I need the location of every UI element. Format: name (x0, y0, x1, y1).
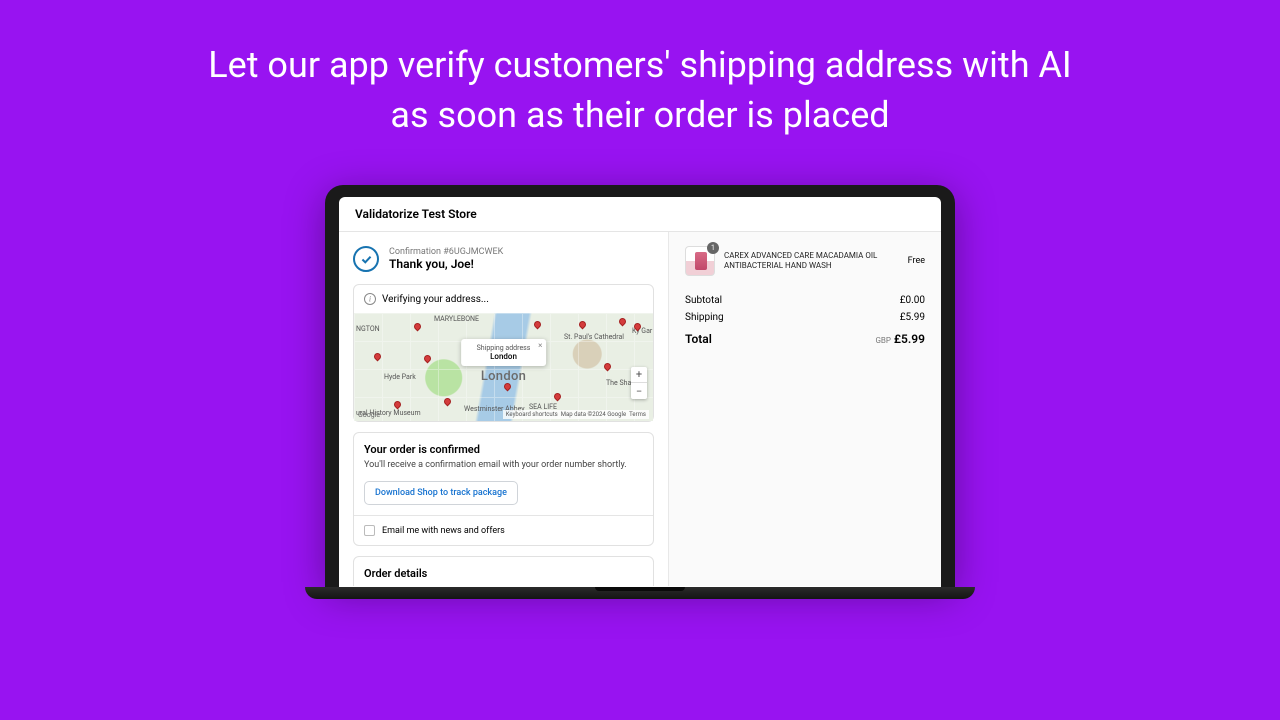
map-widget[interactable]: MARYLEBONE Hyde Park St. Paul's Cathedra… (354, 313, 653, 421)
product-thumbnail: 1 (685, 246, 715, 276)
zoom-out-button[interactable]: − (631, 383, 647, 399)
shipping-label: Shipping (685, 312, 724, 323)
cart-line-item: 1 CAREX ADVANCED CARE MACADAMIA OIL ANTI… (685, 246, 925, 276)
google-logo: Google (358, 411, 380, 419)
laptop-mockup: Validatorize Test Store Confirmation #6U… (325, 185, 955, 599)
info-icon (364, 293, 376, 305)
email-news-label: Email me with news and offers (382, 526, 505, 536)
map-area-hyde-park: Hyde Park (384, 373, 416, 381)
order-status-panel: Confirmation #6UGJMCWEK Thank you, Joe! … (339, 232, 669, 586)
map-area-st-pauls: St. Paul's Cathedral (564, 333, 624, 341)
currency-label: GBP (875, 336, 890, 345)
map-popup: × Shipping address London (461, 339, 547, 366)
map-area-marylebone: MARYLEBONE (434, 315, 479, 323)
checkmark-icon (353, 246, 379, 272)
map-zoom-controls: + − (631, 367, 647, 399)
qty-badge: 1 (707, 242, 719, 254)
confirmation-ref: Confirmation #6UGJMCWEK (389, 247, 503, 257)
map-city-label: London (481, 369, 526, 384)
close-icon[interactable]: × (538, 341, 542, 350)
thank-you-text: Thank you, Joe! (389, 257, 503, 271)
order-details-card: Order details (353, 556, 654, 586)
shipping-value: £5.99 (900, 312, 925, 323)
cart-summary-panel: 1 CAREX ADVANCED CARE MACADAMIA OIL ANTI… (669, 232, 941, 586)
product-price: Free (908, 256, 925, 266)
confirmed-desc: You'll receive a confirmation email with… (364, 460, 643, 470)
confirmed-card: Your order is confirmed You'll receive a… (353, 432, 654, 546)
verifying-text: Verifying your address... (382, 294, 489, 305)
store-name: Validatorize Test Store (339, 197, 941, 232)
checkout-screen: Validatorize Test Store Confirmation #6U… (339, 197, 941, 587)
zoom-in-button[interactable]: + (631, 367, 647, 383)
email-news-checkbox[interactable] (364, 525, 375, 536)
map-attribution: Keyboard shortcuts Map data ©2024 Google… (503, 410, 649, 419)
popup-title: Shipping address (477, 344, 531, 352)
subtotal-value: £0.00 (900, 295, 925, 306)
download-shop-button[interactable]: Download Shop to track package (364, 481, 518, 505)
map-area-ngton: NGTON (356, 325, 380, 333)
subtotal-label: Subtotal (685, 295, 722, 306)
confirmed-heading: Your order is confirmed (364, 443, 643, 456)
popup-city: London (477, 352, 531, 361)
verify-card: Verifying your address... MARYLEBONE Hyd… (353, 284, 654, 422)
laptop-base (305, 587, 975, 599)
product-name: CAREX ADVANCED CARE MACADAMIA OIL ANTIBA… (724, 251, 899, 272)
marketing-headline: Let our app verify customers' shipping a… (190, 0, 1090, 141)
order-details-heading: Order details (354, 557, 653, 586)
total-value: £5.99 (894, 332, 925, 346)
total-label: Total (685, 332, 712, 346)
